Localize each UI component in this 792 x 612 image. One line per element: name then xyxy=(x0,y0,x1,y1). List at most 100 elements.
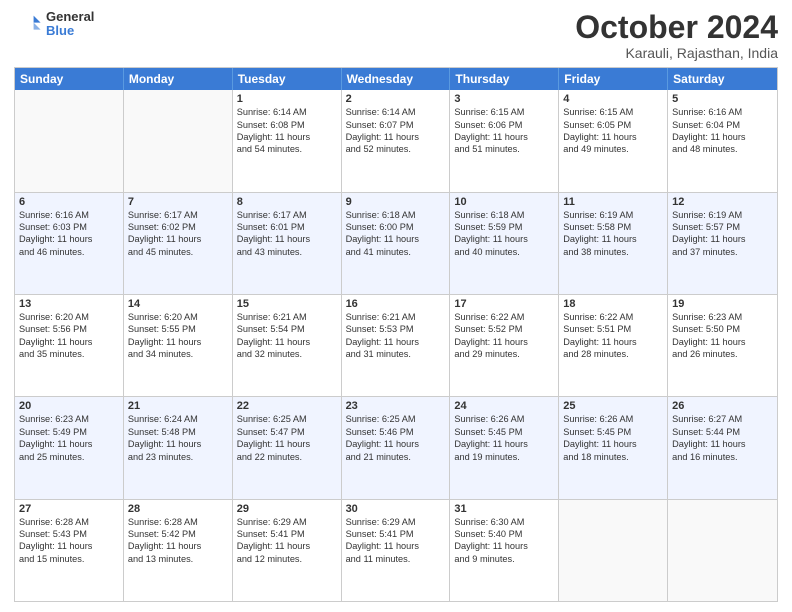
day-cell-18: 18Sunrise: 6:22 AMSunset: 5:51 PMDayligh… xyxy=(559,295,668,396)
day-number: 22 xyxy=(237,400,337,412)
cell-line: and 11 minutes. xyxy=(346,553,446,565)
cell-line: Sunrise: 6:20 AM xyxy=(128,311,228,323)
cell-line: Sunset: 6:06 PM xyxy=(454,119,554,131)
cell-line: Sunset: 5:40 PM xyxy=(454,528,554,540)
day-cell-30: 30Sunrise: 6:29 AMSunset: 5:41 PMDayligh… xyxy=(342,500,451,601)
month-title: October 2024 xyxy=(575,10,778,45)
day-cell-9: 9Sunrise: 6:18 AMSunset: 6:00 PMDaylight… xyxy=(342,193,451,294)
cell-line: Sunset: 5:57 PM xyxy=(672,221,773,233)
day-number: 13 xyxy=(19,298,119,310)
cell-line: Sunset: 5:44 PM xyxy=(672,426,773,438)
cell-line: and 25 minutes. xyxy=(19,451,119,463)
day-number: 16 xyxy=(346,298,446,310)
cell-line: Sunrise: 6:26 AM xyxy=(454,413,554,425)
day-number: 28 xyxy=(128,503,228,515)
cell-line: Daylight: 11 hours xyxy=(672,233,773,245)
logo: General Blue xyxy=(14,10,94,39)
day-cell-13: 13Sunrise: 6:20 AMSunset: 5:56 PMDayligh… xyxy=(15,295,124,396)
cell-line: Sunset: 5:41 PM xyxy=(346,528,446,540)
day-cell-31: 31Sunrise: 6:30 AMSunset: 5:40 PMDayligh… xyxy=(450,500,559,601)
cell-line: and 35 minutes. xyxy=(19,348,119,360)
cell-line: and 32 minutes. xyxy=(237,348,337,360)
day-number: 12 xyxy=(672,196,773,208)
cell-line: Daylight: 11 hours xyxy=(454,233,554,245)
cell-line: and 26 minutes. xyxy=(672,348,773,360)
cell-line: and 40 minutes. xyxy=(454,246,554,258)
cell-line: Daylight: 11 hours xyxy=(454,540,554,552)
day-cell-8: 8Sunrise: 6:17 AMSunset: 6:01 PMDaylight… xyxy=(233,193,342,294)
cell-line: Sunset: 5:42 PM xyxy=(128,528,228,540)
cell-line: Sunrise: 6:25 AM xyxy=(237,413,337,425)
cell-line: Daylight: 11 hours xyxy=(563,233,663,245)
day-number: 4 xyxy=(563,93,663,105)
day-number: 15 xyxy=(237,298,337,310)
cell-line: Sunset: 5:55 PM xyxy=(128,323,228,335)
empty-cell xyxy=(15,90,124,191)
calendar-row-1: 6Sunrise: 6:16 AMSunset: 6:03 PMDaylight… xyxy=(15,193,777,295)
calendar: SundayMondayTuesdayWednesdayThursdayFrid… xyxy=(14,67,778,602)
cell-line: Sunset: 5:54 PM xyxy=(237,323,337,335)
cell-line: Sunrise: 6:24 AM xyxy=(128,413,228,425)
header-day-wednesday: Wednesday xyxy=(342,68,451,90)
cell-line: Sunrise: 6:15 AM xyxy=(563,106,663,118)
cell-line: Daylight: 11 hours xyxy=(346,438,446,450)
cell-line: Sunrise: 6:28 AM xyxy=(19,516,119,528)
cell-line: Sunset: 5:47 PM xyxy=(237,426,337,438)
header: General Blue October 2024 Karauli, Rajas… xyxy=(14,10,778,61)
empty-cell xyxy=(559,500,668,601)
cell-line: Sunset: 5:49 PM xyxy=(19,426,119,438)
day-number: 17 xyxy=(454,298,554,310)
day-number: 24 xyxy=(454,400,554,412)
cell-line: Sunset: 6:02 PM xyxy=(128,221,228,233)
day-cell-7: 7Sunrise: 6:17 AMSunset: 6:02 PMDaylight… xyxy=(124,193,233,294)
calendar-row-2: 13Sunrise: 6:20 AMSunset: 5:56 PMDayligh… xyxy=(15,295,777,397)
day-number: 14 xyxy=(128,298,228,310)
cell-line: and 49 minutes. xyxy=(563,143,663,155)
day-cell-1: 1Sunrise: 6:14 AMSunset: 6:08 PMDaylight… xyxy=(233,90,342,191)
cell-line: Sunset: 5:59 PM xyxy=(454,221,554,233)
cell-line: Sunrise: 6:21 AM xyxy=(346,311,446,323)
cell-line: and 13 minutes. xyxy=(128,553,228,565)
cell-line: Sunset: 6:07 PM xyxy=(346,119,446,131)
header-day-sunday: Sunday xyxy=(15,68,124,90)
cell-line: Sunset: 5:45 PM xyxy=(454,426,554,438)
day-cell-22: 22Sunrise: 6:25 AMSunset: 5:47 PMDayligh… xyxy=(233,397,342,498)
cell-line: Daylight: 11 hours xyxy=(19,438,119,450)
cell-line: Sunset: 5:53 PM xyxy=(346,323,446,335)
cell-line: and 38 minutes. xyxy=(563,246,663,258)
page: General Blue October 2024 Karauli, Rajas… xyxy=(0,0,792,612)
day-number: 2 xyxy=(346,93,446,105)
cell-line: Sunset: 5:43 PM xyxy=(19,528,119,540)
day-cell-4: 4Sunrise: 6:15 AMSunset: 6:05 PMDaylight… xyxy=(559,90,668,191)
day-number: 9 xyxy=(346,196,446,208)
cell-line: Sunrise: 6:19 AM xyxy=(672,209,773,221)
logo-general: General xyxy=(46,10,94,24)
cell-line: Daylight: 11 hours xyxy=(563,438,663,450)
cell-line: Sunset: 5:52 PM xyxy=(454,323,554,335)
cell-line: and 34 minutes. xyxy=(128,348,228,360)
cell-line: Daylight: 11 hours xyxy=(19,233,119,245)
cell-line: Sunset: 5:41 PM xyxy=(237,528,337,540)
cell-line: Sunset: 6:04 PM xyxy=(672,119,773,131)
day-number: 8 xyxy=(237,196,337,208)
cell-line: Daylight: 11 hours xyxy=(454,438,554,450)
cell-line: Daylight: 11 hours xyxy=(19,336,119,348)
cell-line: Daylight: 11 hours xyxy=(128,438,228,450)
cell-line: Sunset: 5:58 PM xyxy=(563,221,663,233)
cell-line: Sunrise: 6:19 AM xyxy=(563,209,663,221)
day-cell-16: 16Sunrise: 6:21 AMSunset: 5:53 PMDayligh… xyxy=(342,295,451,396)
day-number: 19 xyxy=(672,298,773,310)
cell-line: Daylight: 11 hours xyxy=(128,233,228,245)
cell-line: Sunset: 6:01 PM xyxy=(237,221,337,233)
day-number: 25 xyxy=(563,400,663,412)
cell-line: Sunrise: 6:23 AM xyxy=(19,413,119,425)
day-cell-27: 27Sunrise: 6:28 AMSunset: 5:43 PMDayligh… xyxy=(15,500,124,601)
cell-line: Daylight: 11 hours xyxy=(672,438,773,450)
day-cell-21: 21Sunrise: 6:24 AMSunset: 5:48 PMDayligh… xyxy=(124,397,233,498)
header-day-thursday: Thursday xyxy=(450,68,559,90)
day-cell-2: 2Sunrise: 6:14 AMSunset: 6:07 PMDaylight… xyxy=(342,90,451,191)
cell-line: Sunrise: 6:25 AM xyxy=(346,413,446,425)
cell-line: and 51 minutes. xyxy=(454,143,554,155)
cell-line: Sunrise: 6:17 AM xyxy=(237,209,337,221)
day-cell-14: 14Sunrise: 6:20 AMSunset: 5:55 PMDayligh… xyxy=(124,295,233,396)
